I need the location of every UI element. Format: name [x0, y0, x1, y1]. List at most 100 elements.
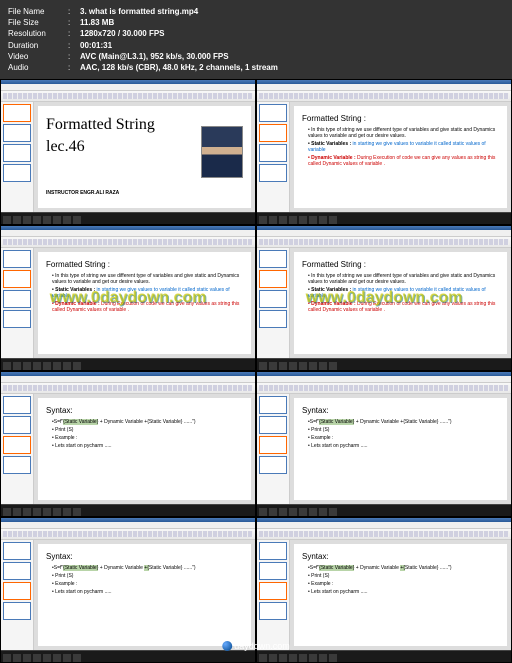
media-info-panel: File Name:3. what is formatted string.mp… — [0, 0, 512, 79]
toolbar — [257, 91, 511, 102]
bullet-text: • Lets start on pycharm ..... — [52, 443, 243, 449]
menubar — [1, 376, 255, 383]
slide-thumb — [259, 270, 287, 288]
thumbnail-3[interactable]: Formatted String : • In this type of str… — [0, 225, 256, 371]
thumbnail-5[interactable]: Syntax: •S=f"{Static Variable} + Dynamic… — [0, 371, 256, 517]
slide-thumb — [3, 310, 31, 328]
slide-thumb — [259, 456, 287, 474]
menubar — [1, 522, 255, 529]
slide-thumb — [3, 124, 31, 142]
slide-heading: Syntax: — [46, 552, 243, 561]
menubar — [1, 84, 255, 91]
slide-thumb — [259, 582, 287, 600]
slide-thumb — [259, 144, 287, 162]
taskbar — [257, 504, 511, 517]
slide-heading: Formatted String : — [302, 114, 499, 123]
bullet-text: •S=f"{Static Variable} + Dynamic Variabl… — [52, 419, 243, 425]
bullet-text: • Print (S) — [308, 427, 499, 433]
slide-heading: Syntax: — [302, 552, 499, 561]
slide-thumb — [3, 416, 31, 434]
slide-thumb — [3, 290, 31, 308]
bullet-text: • In this type of string we use differen… — [308, 273, 499, 285]
duration-label: Duration — [8, 40, 68, 51]
slide-content: Formatted String lec.46 INSTRUCTOR ENGR.… — [38, 106, 251, 208]
duration-value: 00:01:31 — [80, 40, 112, 51]
slide-heading: Syntax: — [302, 406, 499, 415]
bullet-text: •S=f"{Static Variable} + Dynamic Variabl… — [308, 565, 499, 571]
slide-canvas: Syntax: •S=f"{Static Variable} + Dynamic… — [34, 540, 255, 650]
slide-canvas: Syntax: •S=f"{Static Variable} + Dynamic… — [290, 540, 511, 650]
slide-thumb — [3, 582, 31, 600]
slide-thumb — [259, 602, 287, 620]
slide-thumb — [259, 542, 287, 560]
bullet-text: • Dynamic Variable : During Execution of… — [52, 301, 243, 313]
taskbar — [1, 650, 255, 663]
thumbnail-1[interactable]: Formatted String lec.46 INSTRUCTOR ENGR.… — [0, 79, 256, 225]
slide-thumb — [3, 396, 31, 414]
slide-thumb — [259, 562, 287, 580]
slide-thumb — [3, 542, 31, 560]
thumbnail-8[interactable]: Syntax: •S=f"{Static Variable} + Dynamic… — [256, 517, 512, 663]
bullet-text: •S=f"{Static Variable} + Dynamic Variabl… — [308, 419, 499, 425]
slide-thumb — [259, 416, 287, 434]
slide-thumb — [259, 104, 287, 122]
toolbar — [1, 529, 255, 540]
video-label: Video — [8, 51, 68, 62]
audio-label: Audio — [8, 62, 68, 73]
slide-canvas: Syntax: •S=f"{Static Variable} + Dynamic… — [34, 394, 255, 504]
taskbar — [257, 650, 511, 663]
bullet-text: •S=f"{Static Variable} + Dynamic Variabl… — [52, 565, 243, 571]
toolbar — [257, 529, 511, 540]
filename-label: File Name — [8, 6, 68, 17]
instructor-photo — [201, 126, 243, 178]
thumbnail-7[interactable]: Syntax: •S=f"{Static Variable} + Dynamic… — [0, 517, 256, 663]
bullet-text: • Example : — [308, 435, 499, 441]
slide-thumb — [259, 164, 287, 182]
toolbar — [257, 383, 511, 394]
slide-panel — [257, 248, 290, 358]
slide-thumb — [3, 270, 31, 288]
menubar — [257, 522, 511, 529]
globe-icon — [222, 641, 232, 651]
slide-content: Syntax: •S=f"{Static Variable} + Dynamic… — [38, 544, 251, 646]
filesize-value: 11.83 MB — [80, 17, 114, 28]
bullet-text: • Example : — [52, 581, 243, 587]
menubar — [257, 230, 511, 237]
slide-content: Formatted String : • In this type of str… — [294, 252, 507, 354]
instructor-label: INSTRUCTOR ENGR.ALI RAZA — [46, 190, 119, 196]
toolbar — [1, 91, 255, 102]
toolbar — [1, 383, 255, 394]
toolbar — [257, 237, 511, 248]
slide-thumb — [3, 436, 31, 454]
filename-value: 3. what is formatted string.mp4 — [80, 6, 198, 17]
audio-value: AAC, 128 kb/s (CBR), 48.0 kHz, 2 channel… — [80, 62, 278, 73]
thumbnail-6[interactable]: Syntax: •S=f"{Static Variable} + Dynamic… — [256, 371, 512, 517]
slide-content: Syntax: •S=f"{Static Variable} + Dynamic… — [294, 544, 507, 646]
slide-thumb — [3, 602, 31, 620]
toolbar — [1, 237, 255, 248]
menubar — [1, 230, 255, 237]
bullet-text: • Print (S) — [52, 427, 243, 433]
slide-thumb — [259, 250, 287, 268]
thumbnail-grid: Formatted String lec.46 INSTRUCTOR ENGR.… — [0, 79, 512, 663]
bullet-text: • Dynamic Variable : During Execution of… — [308, 155, 499, 167]
resolution-value: 1280x720 / 30.000 FPS — [80, 28, 165, 39]
taskbar — [1, 358, 255, 371]
slide-thumb — [3, 250, 31, 268]
bullet-text: • In this type of string we use differen… — [308, 127, 499, 139]
slide-thumb — [259, 310, 287, 328]
bullet-text: • In this type of string we use differen… — [52, 273, 243, 285]
slide-thumb — [259, 124, 287, 142]
slide-panel — [257, 540, 290, 650]
slide-content: Syntax: •S=f"{Static Variable} + Dynamic… — [38, 398, 251, 500]
thumbnail-4[interactable]: Formatted String : • In this type of str… — [256, 225, 512, 371]
slide-panel — [257, 102, 290, 212]
slide-thumb — [259, 396, 287, 414]
video-value: AVC (Main@L3.1), 952 kb/s, 30.000 FPS — [80, 51, 229, 62]
thumbnail-2[interactable]: Formatted String : • In this type of str… — [256, 79, 512, 225]
slide-canvas: Formatted String : • In this type of str… — [34, 248, 255, 358]
slide-heading: Formatted String : — [46, 260, 243, 269]
bullet-text: • Example : — [52, 435, 243, 441]
slide-panel — [1, 394, 34, 504]
bullet-text: • Example : — [308, 581, 499, 587]
